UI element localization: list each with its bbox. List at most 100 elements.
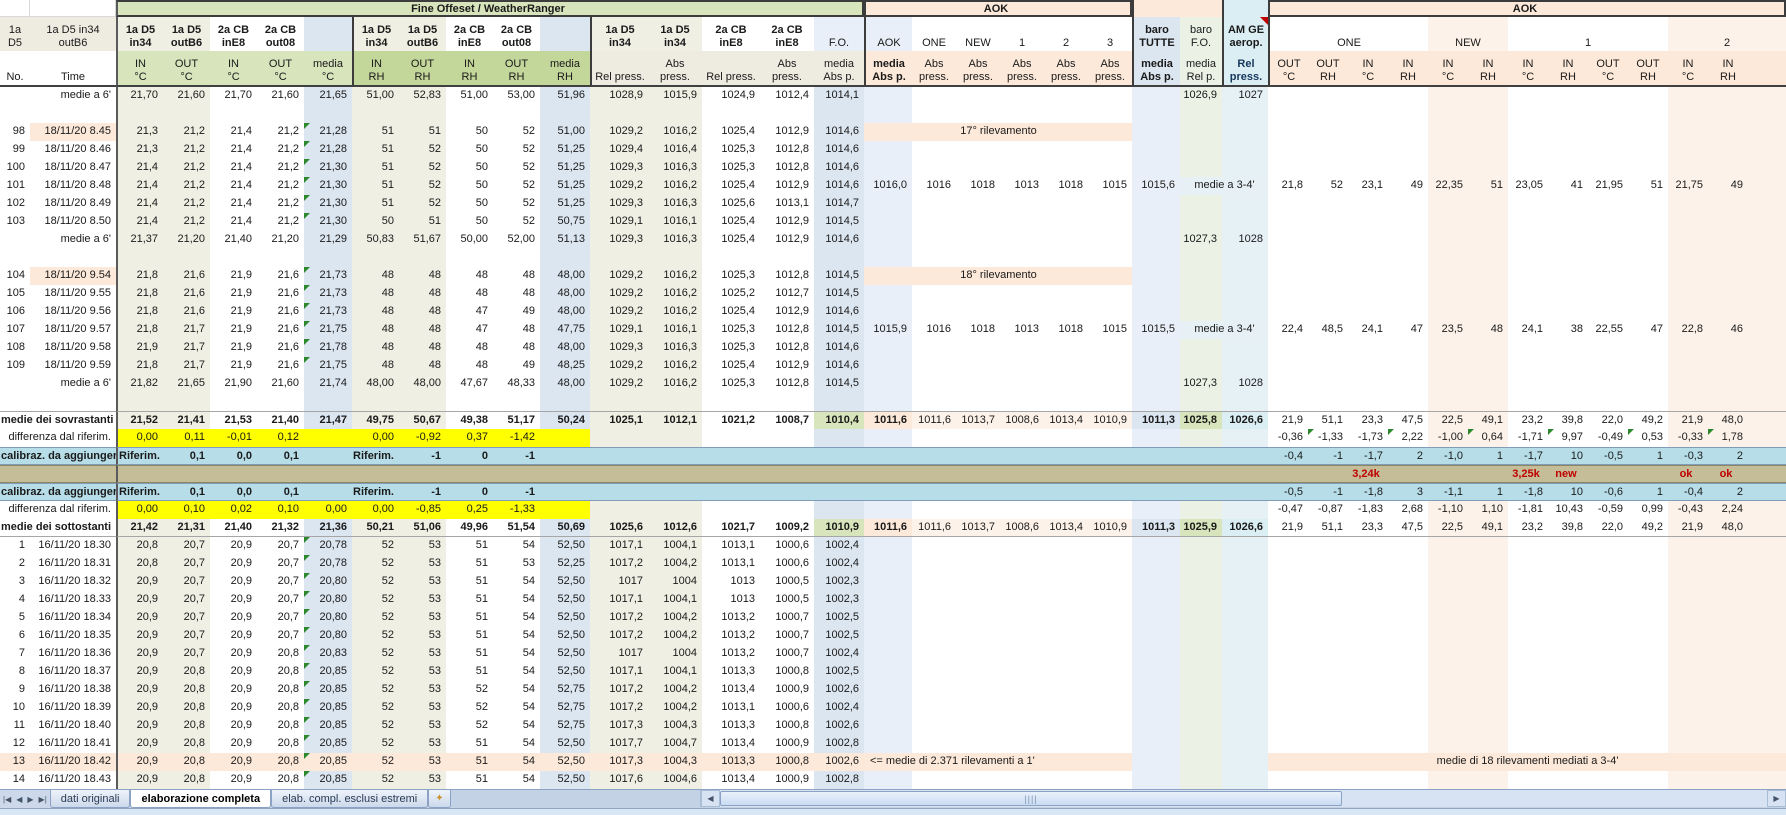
cell[interactable] bbox=[1044, 501, 1088, 519]
cell[interactable]: 1004,1 bbox=[648, 591, 702, 609]
header-cell[interactable]: IN °C bbox=[1428, 51, 1468, 87]
cell[interactable]: 1021,7 bbox=[702, 519, 760, 537]
cell[interactable] bbox=[1132, 591, 1180, 609]
cell[interactable] bbox=[864, 303, 912, 321]
cell[interactable] bbox=[1748, 393, 1786, 411]
cell[interactable] bbox=[1044, 339, 1088, 357]
cell[interactable] bbox=[814, 393, 864, 411]
cell[interactable]: 102 bbox=[0, 195, 30, 213]
cell[interactable] bbox=[1748, 681, 1786, 699]
cell[interactable] bbox=[1000, 249, 1044, 267]
cell[interactable] bbox=[1428, 645, 1468, 663]
cell[interactable] bbox=[864, 375, 912, 393]
cell[interactable]: 4 bbox=[0, 591, 30, 609]
cell[interactable] bbox=[1000, 213, 1044, 231]
cell[interactable] bbox=[1588, 681, 1628, 699]
header-cell[interactable]: AOK bbox=[864, 17, 912, 51]
cell[interactable]: 3,24k bbox=[1348, 465, 1388, 483]
cell[interactable] bbox=[912, 429, 956, 447]
cell[interactable] bbox=[1708, 375, 1748, 393]
cell[interactable] bbox=[1000, 573, 1044, 591]
cell[interactable]: 48 bbox=[493, 321, 540, 339]
cell[interactable] bbox=[1180, 339, 1222, 357]
cell[interactable] bbox=[1748, 213, 1786, 231]
cell[interactable] bbox=[352, 393, 399, 411]
cell[interactable] bbox=[1748, 483, 1786, 501]
cell[interactable]: 18/11/20 9.57 bbox=[30, 321, 116, 339]
cell[interactable]: 1025,8 bbox=[1180, 411, 1222, 429]
cell[interactable]: 1015,9 bbox=[648, 87, 702, 105]
cell[interactable] bbox=[1000, 645, 1044, 663]
cell[interactable] bbox=[1628, 249, 1668, 267]
cell[interactable] bbox=[1548, 105, 1588, 123]
cell[interactable]: 1025,3 bbox=[702, 375, 760, 393]
cell[interactable] bbox=[1588, 213, 1628, 231]
cell[interactable] bbox=[1180, 123, 1222, 141]
cell[interactable] bbox=[1468, 105, 1508, 123]
cell[interactable] bbox=[1222, 267, 1268, 285]
cell[interactable] bbox=[864, 591, 912, 609]
cell[interactable] bbox=[1132, 663, 1180, 681]
cell[interactable] bbox=[1468, 249, 1508, 267]
cell[interactable] bbox=[1268, 663, 1308, 681]
header-cell[interactable]: AOK bbox=[1268, 0, 1786, 17]
cell[interactable] bbox=[956, 681, 1000, 699]
cell[interactable] bbox=[1000, 339, 1044, 357]
cell[interactable]: 10 bbox=[0, 699, 30, 717]
cell[interactable] bbox=[1588, 375, 1628, 393]
cell[interactable]: 20,9 bbox=[116, 699, 163, 717]
cell[interactable]: 24,1 bbox=[1348, 321, 1388, 339]
cell[interactable]: 38 bbox=[1548, 321, 1588, 339]
header-cell[interactable]: F.O. bbox=[814, 17, 864, 51]
cell[interactable]: 52,00 bbox=[493, 231, 540, 249]
cell[interactable]: -1,71 bbox=[1508, 429, 1548, 447]
cell[interactable] bbox=[1588, 159, 1628, 177]
cell[interactable]: 1013,2 bbox=[702, 627, 760, 645]
cell[interactable] bbox=[912, 159, 956, 177]
cell[interactable]: 1017,6 bbox=[590, 771, 648, 789]
cell[interactable]: 21,74 bbox=[304, 375, 352, 393]
cell[interactable]: <= medie di 2.371 rilevamenti a 1' bbox=[864, 753, 1132, 771]
cell[interactable] bbox=[1668, 123, 1708, 141]
cell[interactable]: 21,60 bbox=[163, 87, 210, 105]
cell[interactable]: 21,73 bbox=[304, 303, 352, 321]
cell[interactable] bbox=[1428, 537, 1468, 555]
cell[interactable] bbox=[1308, 591, 1348, 609]
cell[interactable] bbox=[1308, 285, 1348, 303]
cell[interactable]: differenza dal riferim. bbox=[0, 429, 116, 447]
cell[interactable]: 21,28 bbox=[304, 123, 352, 141]
cell[interactable]: 16/11/20 18.34 bbox=[30, 609, 116, 627]
cell[interactable]: 22,4 bbox=[1268, 321, 1308, 339]
cell[interactable]: 21,4 bbox=[210, 123, 257, 141]
cell[interactable] bbox=[1132, 717, 1180, 735]
cell[interactable] bbox=[1388, 87, 1428, 105]
cell[interactable] bbox=[1468, 195, 1508, 213]
cell[interactable]: 1004,2 bbox=[648, 681, 702, 699]
cell[interactable]: 1029,2 bbox=[590, 375, 648, 393]
header-cell[interactable]: media °C bbox=[304, 51, 352, 87]
cell[interactable] bbox=[1308, 663, 1348, 681]
cell[interactable] bbox=[1348, 393, 1388, 411]
cell[interactable] bbox=[590, 501, 648, 519]
cell[interactable]: 52 bbox=[1308, 177, 1348, 195]
cell[interactable]: 51 bbox=[446, 663, 493, 681]
cell[interactable]: 48,00 bbox=[399, 375, 446, 393]
cell[interactable]: 1016 bbox=[912, 177, 956, 195]
cell[interactable]: 48 bbox=[352, 339, 399, 357]
cell[interactable] bbox=[257, 393, 304, 411]
cell[interactable]: 48 bbox=[446, 267, 493, 285]
cell[interactable] bbox=[956, 375, 1000, 393]
cell[interactable] bbox=[1044, 249, 1088, 267]
cell[interactable] bbox=[1388, 123, 1428, 141]
cell[interactable] bbox=[1308, 339, 1348, 357]
cell[interactable]: 6 bbox=[0, 627, 30, 645]
cell[interactable]: 1002,6 bbox=[814, 717, 864, 735]
cell[interactable]: 1000,7 bbox=[760, 627, 814, 645]
cell[interactable] bbox=[1588, 609, 1628, 627]
cell[interactable]: 22,35 bbox=[1428, 177, 1468, 195]
cell[interactable]: 21,3 bbox=[116, 123, 163, 141]
cell[interactable] bbox=[399, 465, 446, 483]
cell[interactable]: 104 bbox=[0, 267, 30, 285]
cell[interactable]: 20,8 bbox=[163, 717, 210, 735]
cell[interactable] bbox=[30, 105, 116, 123]
